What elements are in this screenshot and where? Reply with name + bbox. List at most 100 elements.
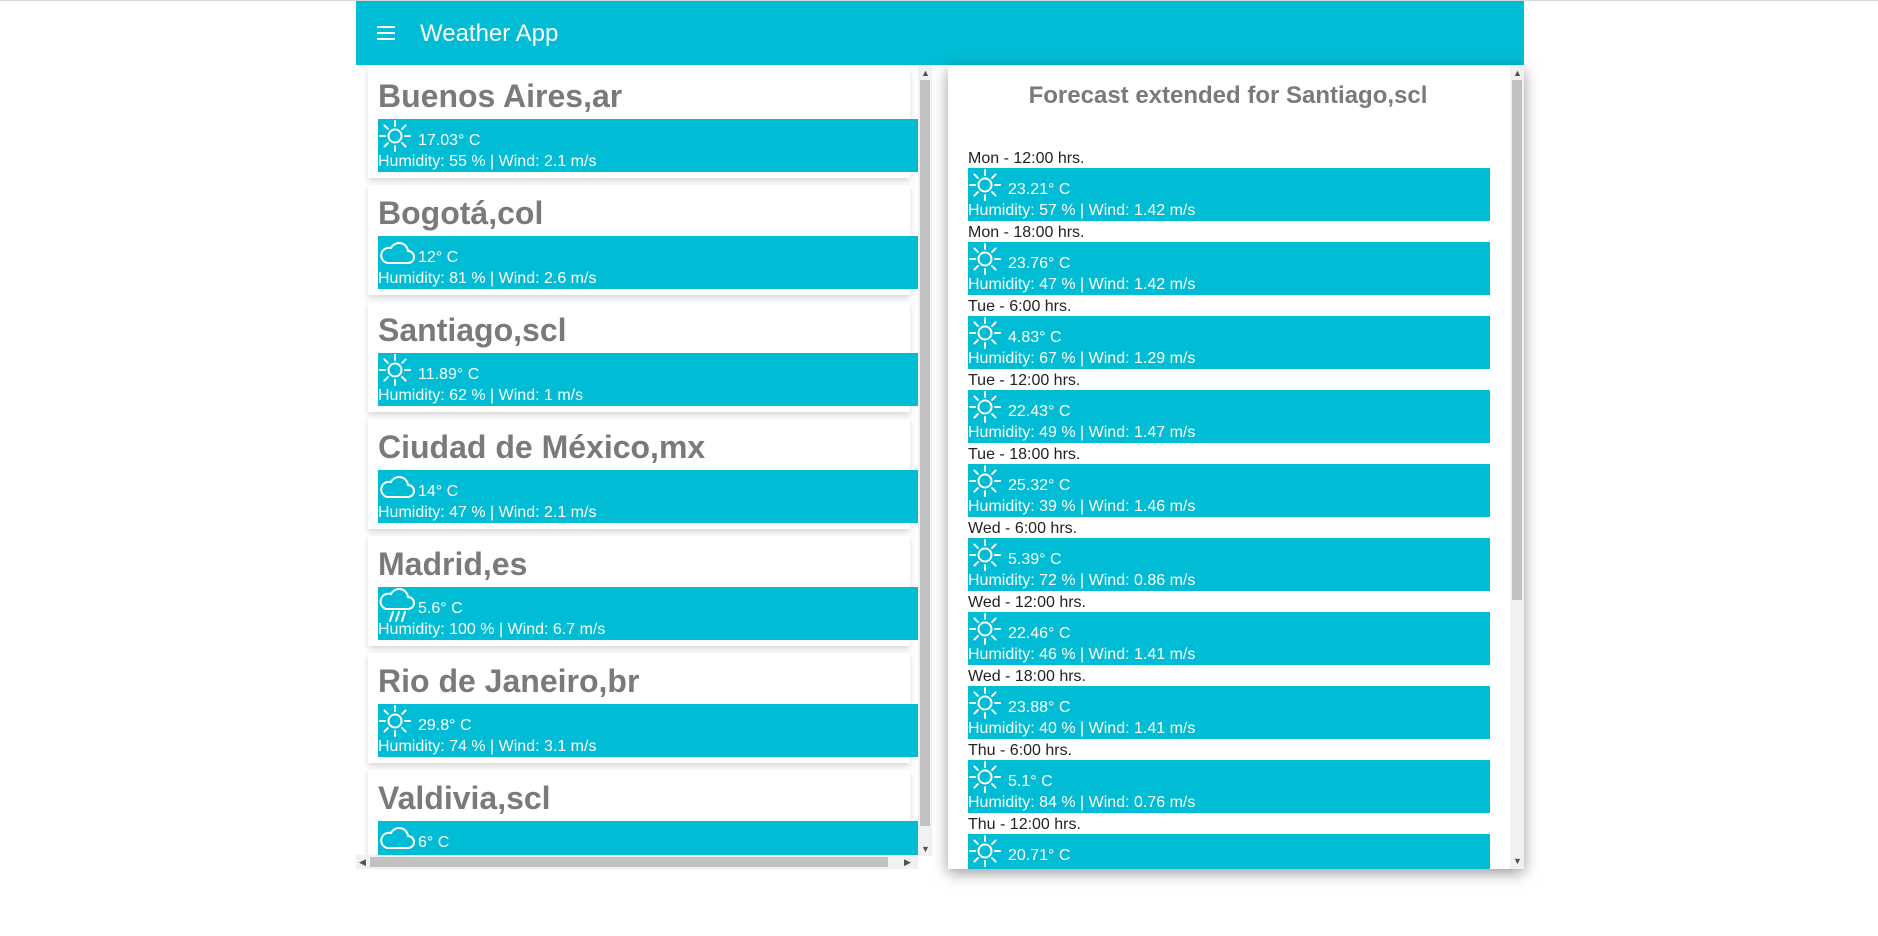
weather-info: 22.46° C Humidity: 46 % | Wind: 1.41 m/s	[968, 612, 1490, 665]
app-bar: Weather App	[356, 1, 1524, 65]
sun-icon	[378, 119, 416, 157]
sun-icon	[968, 538, 1006, 576]
forecast-item: Wed - 12:00 hrs. 22.46° C Humidity: 46 % |…	[968, 594, 1490, 665]
weather-info: 11.89° C Humidity: 62 % | Wind: 1 m/s	[378, 353, 918, 406]
humidity-wind: Humidity: 67 % | Wind: 1.29 m/s	[968, 350, 1196, 367]
weather-info: 22.43° C Humidity: 49 % | Wind: 1.47 m/s	[968, 390, 1490, 443]
forecast-time: Thu - 12:00 hrs.	[968, 816, 1081, 833]
humidity-wind: Humidity: 100 % | Wind: 6.7 m/s	[378, 621, 606, 638]
temperature: 23.76° C	[1008, 255, 1071, 272]
city-name: Santiago,scl	[378, 312, 567, 348]
temperature: 20.71° C	[1008, 847, 1071, 864]
temperature: 11.89° C	[418, 366, 480, 383]
scroll-up-arrow-icon[interactable]: ▲	[921, 68, 930, 78]
temperature: 29.8° C	[418, 717, 472, 734]
humidity-wind: Humidity: 47 % | Wind: 1.42 m/s	[968, 276, 1196, 293]
temperature: 17.03° C	[418, 132, 481, 149]
forecast-item: Tue - 18:00 hrs. 25.32° C Humidity: 39 % |…	[968, 446, 1490, 517]
menu-icon[interactable]	[374, 21, 398, 45]
forecast-time: Tue - 6:00 hrs.	[968, 298, 1072, 315]
temperature: 23.88° C	[1008, 699, 1071, 716]
weather-info: 25.32° C Humidity: 39 % | Wind: 1.46 m/s	[968, 464, 1490, 517]
city-card[interactable]: Buenos Aires,ar 17.03° C Humidity: 55 % | …	[368, 68, 918, 178]
forecast-item: Thu - 12:00 hrs. 20.71° C	[968, 816, 1490, 869]
scroll-left-arrow-icon[interactable]: ◀	[359, 857, 366, 867]
city-card[interactable]: Rio de Janeiro,br 29.8° C Humidity: 74 % |…	[368, 653, 918, 763]
rain-icon	[378, 587, 416, 625]
city-card[interactable]: Ciudad de México,mx 14° C Humidity: 47 % |…	[368, 419, 918, 529]
city-list: Buenos Aires,ar 17.03° C Humidity: 55 % | …	[356, 66, 932, 869]
temperature: 12° C	[418, 249, 459, 266]
weather-info: 17.03° C Humidity: 55 % | Wind: 2.1 m/s	[378, 119, 918, 172]
scrollbar-thumb[interactable]	[1512, 80, 1522, 600]
forecast-time: Mon - 18:00 hrs.	[968, 224, 1085, 241]
city-list-vertical-scrollbar[interactable]: ▲ ▼	[918, 66, 932, 856]
scroll-down-arrow-icon[interactable]: ▼	[1513, 856, 1522, 866]
weather-info: 4.83° C Humidity: 67 % | Wind: 1.29 m/s	[968, 316, 1490, 369]
forecast-item: Thu - 6:00 hrs. 5.1° C Humidity: 84 % | Wi…	[968, 742, 1490, 813]
forecast-time: Mon - 12:00 hrs.	[968, 150, 1085, 167]
city-list-horizontal-scrollbar[interactable]: ◀ ▶	[356, 855, 918, 869]
weather-info: 23.21° C Humidity: 57 % | Wind: 1.42 m/s	[968, 168, 1490, 221]
sun-icon	[968, 686, 1006, 724]
scroll-up-arrow-icon[interactable]: ▲	[1513, 68, 1522, 78]
weather-info: 5.1° C Humidity: 84 % | Wind: 0.76 m/s	[968, 760, 1490, 813]
forecast-item: Mon - 12:00 hrs. 23.21° C Humidity: 57 % |…	[968, 150, 1490, 221]
humidity-wind: Humidity: 39 % | Wind: 1.46 m/s	[968, 498, 1196, 515]
weather-info: 23.88° C Humidity: 40 % | Wind: 1.41 m/s	[968, 686, 1490, 739]
scrollbar-thumb[interactable]	[920, 80, 930, 826]
sun-icon	[968, 390, 1006, 428]
humidity-wind: Humidity: 81 % | Wind: 2.6 m/s	[378, 270, 597, 287]
forecast-time: Thu - 6:00 hrs.	[968, 742, 1073, 759]
humidity-wind: Humidity: 40 % | Wind: 1.41 m/s	[968, 720, 1196, 737]
weather-info: 12° C Humidity: 81 % | Wind: 2.6 m/s	[378, 236, 918, 289]
temperature: 23.21° C	[1008, 181, 1071, 198]
cloud-icon	[378, 470, 416, 508]
weather-info: 5.39° C Humidity: 72 % | Wind: 0.86 m/s	[968, 538, 1490, 591]
cloud-icon	[378, 236, 416, 274]
forecast-item: Mon - 18:00 hrs. 23.76° C Humidity: 47 % |…	[968, 224, 1490, 295]
humidity-wind: Humidity: 47 % | Wind: 2.1 m/s	[378, 504, 597, 521]
weather-info: 23.76° C Humidity: 47 % | Wind: 1.42 m/s	[968, 242, 1490, 295]
scroll-down-arrow-icon[interactable]: ▼	[921, 844, 930, 854]
temperature: 14° C	[418, 483, 459, 500]
scrollbar-thumb[interactable]	[370, 857, 888, 867]
forecast-panel: Forecast extended for Santiago,scl Mon -…	[948, 66, 1524, 869]
forecast-item: Wed - 18:00 hrs. 23.88° C Humidity: 40 % |…	[968, 668, 1490, 739]
temperature: 22.43° C	[1008, 403, 1071, 420]
humidity-wind: Humidity: 74 % | Wind: 3.1 m/s	[378, 738, 597, 755]
city-name: Valdivia,scl	[378, 780, 551, 816]
forecast-item: Tue - 6:00 hrs. 4.83° C Humidity: 67 % | W…	[968, 298, 1490, 369]
temperature: 5.39° C	[1008, 551, 1062, 568]
app-title: Weather App	[420, 20, 559, 47]
city-name: Bogotá,col	[378, 195, 544, 231]
humidity-wind: Humidity: 72 % | Wind: 0.86 m/s	[968, 572, 1196, 589]
forecast-time: Wed - 6:00 hrs.	[968, 520, 1078, 537]
temperature: 5.6° C	[418, 600, 463, 617]
sun-icon	[378, 353, 416, 391]
city-name: Rio de Janeiro,br	[378, 663, 640, 699]
sun-icon	[968, 834, 1006, 869]
sun-icon	[968, 242, 1006, 280]
sun-icon	[968, 464, 1006, 502]
humidity-wind: Humidity: 84 % | Wind: 0.76 m/s	[968, 794, 1196, 811]
temperature: 22.46° C	[1008, 625, 1071, 642]
forecast-item: Tue - 12:00 hrs. 22.43° C Humidity: 49 % |…	[968, 372, 1490, 443]
temperature: 4.83° C	[1008, 329, 1062, 346]
city-name: Buenos Aires,ar	[378, 78, 623, 114]
temperature: 25.32° C	[1008, 477, 1071, 494]
temperature: 6° C	[418, 834, 450, 851]
city-card[interactable]: Santiago,scl 11.89° C Humidity: 62 % | Win…	[368, 302, 918, 412]
sun-icon	[968, 760, 1006, 798]
forecast-time: Tue - 18:00 hrs.	[968, 446, 1081, 463]
cloud-icon	[378, 821, 416, 859]
city-name: Madrid,es	[378, 546, 528, 582]
scroll-right-arrow-icon[interactable]: ▶	[904, 857, 911, 867]
forecast-vertical-scrollbar[interactable]: ▲ ▼	[1510, 66, 1524, 869]
forecast-item: Wed - 6:00 hrs. 5.39° C Humidity: 72 % | W…	[968, 520, 1490, 591]
city-card[interactable]: Madrid,es 5.6° C Humidity: 100 % | Wind: 6…	[368, 536, 918, 646]
weather-info: 29.8° C Humidity: 74 % | Wind: 3.1 m/s	[378, 704, 918, 757]
sun-icon	[968, 168, 1006, 206]
forecast-time: Tue - 12:00 hrs.	[968, 372, 1081, 389]
city-card[interactable]: Bogotá,col 12° C Humidity: 81 % | Wind: 2.…	[368, 185, 918, 295]
